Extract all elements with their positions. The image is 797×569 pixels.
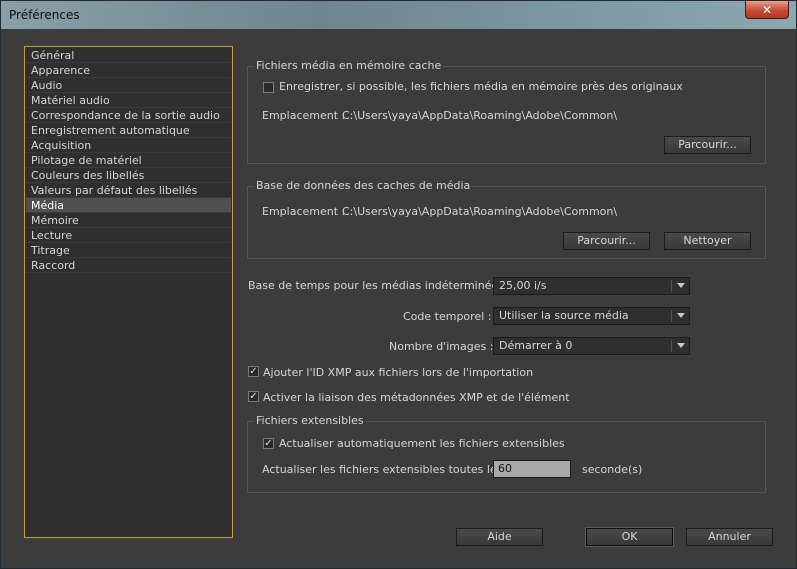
frame-count-label: Nombre d'images : (389, 340, 494, 353)
sidebar-item[interactable]: Général (26, 48, 231, 63)
media-cache-group: Fichiers média en mémoire cache Enregist… (247, 59, 766, 164)
growing-files-group-title: Fichiers extensibles (254, 414, 366, 427)
ok-button[interactable]: OK (585, 527, 674, 547)
sidebar-item[interactable]: Média (26, 198, 231, 213)
timebase-value: 25,00 i/s (499, 279, 547, 292)
chevron-down-icon (677, 313, 685, 318)
auto-refresh-label: Actualiser automatiquement les fichiers … (279, 437, 565, 450)
window-title: Préférences (9, 8, 80, 22)
db-location-label: Emplacement : (262, 205, 346, 218)
media-cache-db-group-title: Base de données des caches de média (254, 179, 473, 192)
sidebar-item[interactable]: Valeurs par défaut des libellés (26, 183, 231, 198)
sidebar-item[interactable]: Acquisition (26, 138, 231, 153)
timecode-label: Code temporel : (403, 310, 492, 323)
refresh-interval-field[interactable]: 60 (493, 460, 571, 478)
media-cache-group-title: Fichiers média en mémoire cache (254, 59, 444, 72)
cancel-button[interactable]: Annuler (686, 528, 773, 546)
auto-refresh-checkbox[interactable]: ✓ (263, 438, 274, 449)
sidebar-item[interactable]: Correspondance de la sortie audio (26, 108, 231, 123)
close-button[interactable]: ✕ (745, 1, 789, 19)
sidebar-item[interactable]: Enregistrement automatique (26, 123, 231, 138)
db-browse-button[interactable]: Parcourir... (563, 232, 650, 250)
chevron-down-icon (677, 343, 685, 348)
sidebar-item[interactable]: Couleurs des libellés (26, 168, 231, 183)
cache-location-label: Emplacement : (262, 109, 346, 122)
sidebar-item[interactable]: Mémoire (26, 213, 231, 228)
timebase-select[interactable]: 25,00 i/s (493, 277, 690, 295)
media-cache-db-group: Base de données des caches de média Empl… (247, 179, 766, 259)
xmp-id-checkbox[interactable]: ✓ (248, 366, 259, 377)
timebase-label: Base de temps pour les médias indétermin… (248, 279, 506, 292)
clean-button[interactable]: Nettoyer (664, 232, 751, 250)
check-icon: ✓ (249, 366, 258, 377)
refresh-unit-label: seconde(s) (582, 463, 643, 476)
frame-count-select[interactable]: Démarrer à 0 (493, 337, 690, 355)
category-list: Général Apparence Audio Matériel audio Corre… (24, 46, 233, 538)
sidebar-item[interactable]: Raccord (26, 258, 231, 273)
help-button[interactable]: Aide (456, 528, 543, 546)
save-near-originals-label: Enregistrer, si possible, les fichiers m… (279, 80, 683, 93)
sidebar-item[interactable]: Titrage (26, 243, 231, 258)
check-icon: ✓ (264, 438, 273, 449)
sidebar-item[interactable]: Matériel audio (26, 93, 231, 108)
save-near-originals-checkbox[interactable] (263, 82, 274, 93)
sidebar-item[interactable]: Pilotage de matériel (26, 153, 231, 168)
chevron-down-icon (677, 283, 685, 288)
check-icon: ✓ (249, 391, 258, 402)
cache-browse-button[interactable]: Parcourir... (664, 136, 751, 154)
xmp-link-label: Activer la liaison des métadonnées XMP e… (263, 391, 570, 404)
preferences-window: Préférences ✕ Général Apparence Audio Matér… (0, 0, 797, 569)
sidebar-item[interactable]: Lecture (26, 228, 231, 243)
db-location-path: C:\Users\yaya\AppData\Roaming\Adobe\Comm… (342, 205, 618, 218)
xmp-link-checkbox[interactable]: ✓ (248, 391, 259, 402)
title-bar[interactable]: Préférences ✕ (1, 1, 796, 29)
refresh-every-label: Actualiser les fichiers extensibles tout… (262, 463, 503, 476)
timecode-value: Utiliser la source média (499, 309, 629, 322)
sidebar-item[interactable]: Audio (26, 78, 231, 93)
frame-count-value: Démarrer à 0 (499, 339, 573, 352)
sidebar-item[interactable]: Apparence (26, 63, 231, 78)
cache-location-path: C:\Users\yaya\AppData\Roaming\Adobe\Comm… (342, 109, 618, 122)
xmp-id-label: Ajouter l'ID XMP aux fichiers lors de l'… (263, 366, 534, 379)
dialog-body: Général Apparence Audio Matériel audio Corre… (7, 29, 790, 562)
timecode-select[interactable]: Utiliser la source média (493, 307, 690, 325)
close-icon: ✕ (761, 2, 773, 17)
growing-files-group: Fichiers extensibles ✓ Actualiser automa… (247, 414, 766, 493)
